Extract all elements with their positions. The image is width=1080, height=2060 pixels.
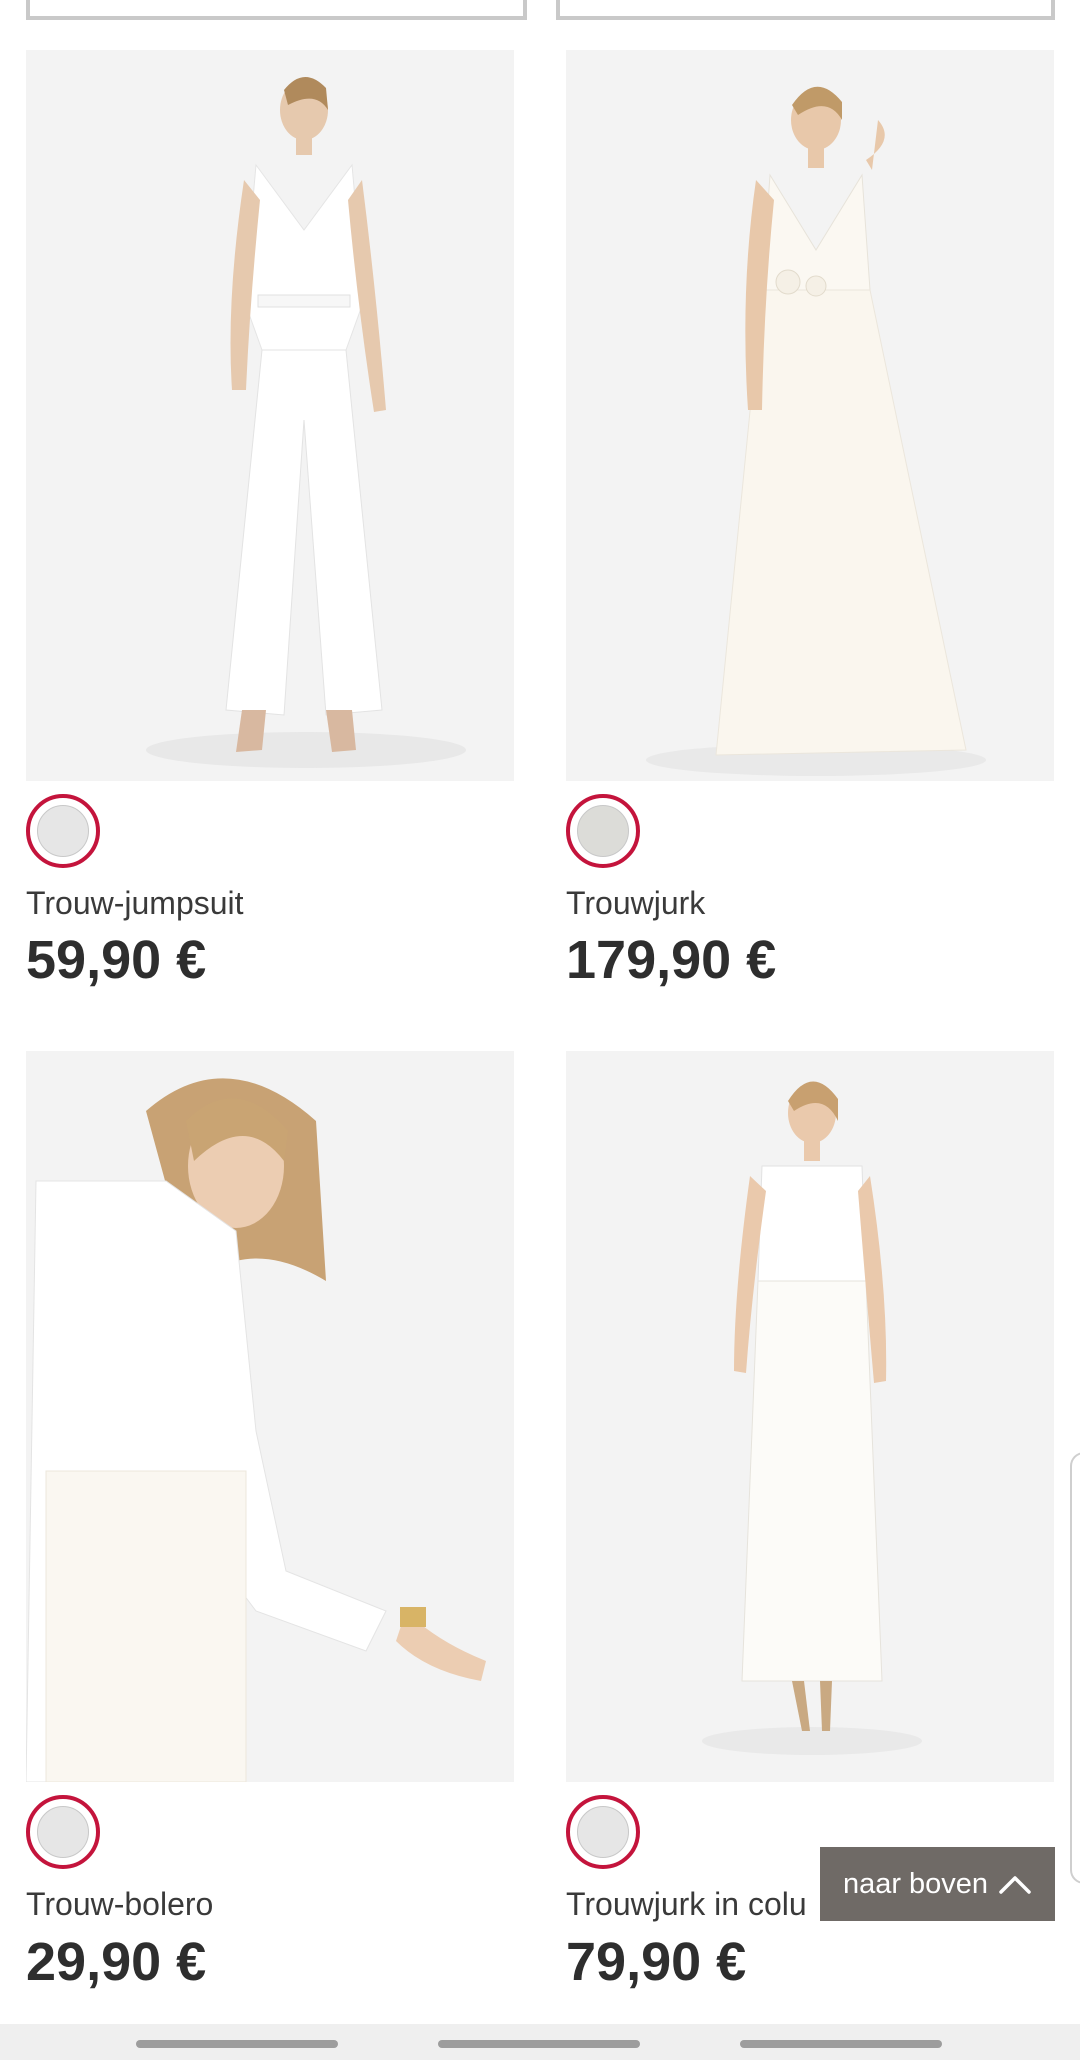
- color-swatch[interactable]: [566, 1795, 640, 1869]
- product-image[interactable]: [566, 50, 1054, 781]
- filter-frame-right[interactable]: [556, 0, 1055, 20]
- filter-frame-left[interactable]: [26, 0, 527, 20]
- back-to-top-label: naar boven: [842, 1867, 989, 1900]
- product-price: 79,90 €: [566, 1932, 747, 1992]
- chevron-up-icon: [999, 1876, 1031, 1894]
- swatch-fill: [37, 1806, 89, 1858]
- product-name[interactable]: Trouwjurk: [566, 884, 705, 922]
- color-swatch[interactable]: [566, 794, 640, 868]
- color-swatch[interactable]: [26, 794, 100, 868]
- side-panel-handle[interactable]: [1070, 1452, 1080, 1884]
- product-name[interactable]: Trouw-bolero: [26, 1885, 213, 1923]
- product-card[interactable]: [566, 1051, 1054, 1782]
- swatch-fill: [37, 805, 89, 857]
- product-price: 29,90 €: [26, 1932, 207, 1992]
- product-card[interactable]: [26, 50, 514, 781]
- product-card[interactable]: [566, 50, 1054, 781]
- product-name[interactable]: Trouw-jumpsuit: [26, 884, 244, 922]
- pager-indicator[interactable]: [438, 2040, 640, 2048]
- pager-indicator[interactable]: [136, 2040, 338, 2048]
- product-image[interactable]: [26, 1051, 514, 1782]
- product-price: 179,90 €: [566, 930, 777, 990]
- product-image[interactable]: [26, 50, 514, 781]
- back-to-top-button[interactable]: naar boven: [820, 1847, 1055, 1921]
- color-swatch[interactable]: [26, 1795, 100, 1869]
- product-price: 59,90 €: [26, 930, 207, 990]
- bottom-pager-bar: [0, 2024, 1080, 2060]
- swatch-fill: [577, 1806, 629, 1858]
- product-card[interactable]: [26, 1051, 514, 1782]
- product-image[interactable]: [566, 1051, 1054, 1782]
- pager-indicator[interactable]: [740, 2040, 942, 2048]
- swatch-fill: [577, 805, 629, 857]
- product-name[interactable]: Trouwjurk in colu: [566, 1885, 807, 1923]
